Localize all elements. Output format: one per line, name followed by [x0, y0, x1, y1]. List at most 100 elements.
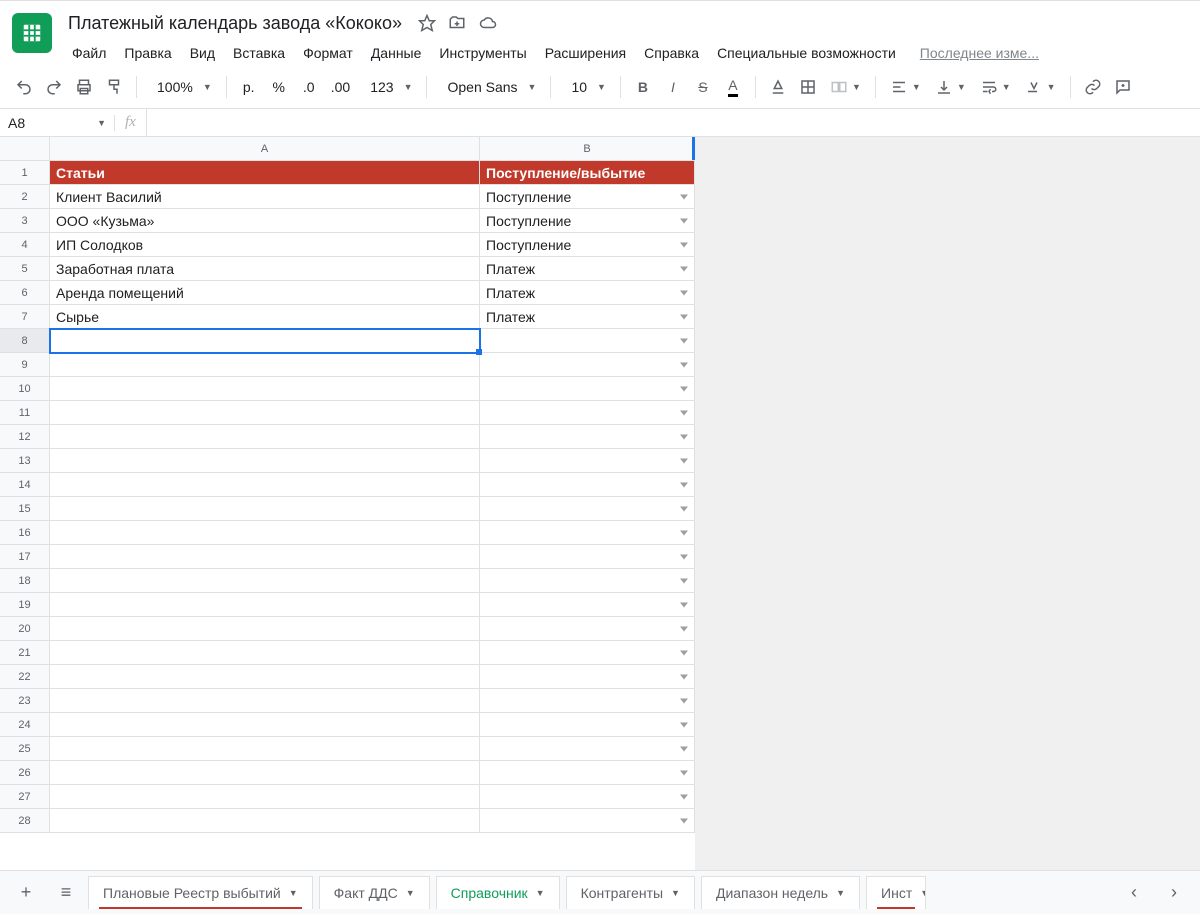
cell-A15[interactable] — [50, 497, 480, 521]
row-header-19[interactable]: 19 — [0, 593, 50, 617]
more-formats-button[interactable]: 123▼ — [358, 79, 418, 95]
star-icon[interactable] — [418, 14, 436, 32]
add-sheet-button[interactable]: + — [8, 875, 44, 911]
cell-A1[interactable]: Статьи — [50, 161, 480, 185]
cell-A21[interactable] — [50, 641, 480, 665]
cell-B17[interactable] — [480, 545, 695, 569]
cell-B27[interactable] — [480, 785, 695, 809]
column-header-A[interactable]: A — [50, 137, 480, 161]
cell-A16[interactable] — [50, 521, 480, 545]
row-header-8[interactable]: 8 — [0, 329, 50, 353]
last-edit-link[interactable]: Последнее изме... — [906, 41, 1039, 65]
row-header-9[interactable]: 9 — [0, 353, 50, 377]
cell-A23[interactable] — [50, 689, 480, 713]
menu-файл[interactable]: Файл — [64, 41, 114, 65]
cell-A27[interactable] — [50, 785, 480, 809]
row-header-3[interactable]: 3 — [0, 209, 50, 233]
cell-B22[interactable] — [480, 665, 695, 689]
cell-B8[interactable] — [480, 329, 695, 353]
cell-A3[interactable]: ООО «Кузьма» — [50, 209, 480, 233]
menu-специальные возможности[interactable]: Специальные возможности — [709, 41, 904, 65]
row-header-27[interactable]: 27 — [0, 785, 50, 809]
cell-A25[interactable] — [50, 737, 480, 761]
row-header-23[interactable]: 23 — [0, 689, 50, 713]
cell-A17[interactable] — [50, 545, 480, 569]
currency-format-button[interactable]: р. — [235, 73, 263, 101]
cell-A13[interactable] — [50, 449, 480, 473]
document-title[interactable]: Платежный календарь завода «Кококо» — [64, 11, 406, 36]
menu-данные[interactable]: Данные — [363, 41, 430, 65]
bold-button[interactable]: B — [629, 73, 657, 101]
cell-A14[interactable] — [50, 473, 480, 497]
paint-format-button[interactable] — [100, 73, 128, 101]
print-button[interactable] — [70, 73, 98, 101]
text-rotation-button[interactable]: ▼ — [1019, 78, 1062, 96]
cell-B10[interactable] — [480, 377, 695, 401]
font-size-select[interactable]: 10▼ — [559, 79, 612, 95]
cell-A24[interactable] — [50, 713, 480, 737]
zoom-select[interactable]: 100%▼ — [145, 79, 218, 95]
text-color-button[interactable]: A — [719, 73, 747, 101]
cell-B23[interactable] — [480, 689, 695, 713]
cell-B3[interactable]: Поступление — [480, 209, 695, 233]
cell-B2[interactable]: Поступление — [480, 185, 695, 209]
percent-format-button[interactable]: % — [265, 73, 293, 101]
row-header-13[interactable]: 13 — [0, 449, 50, 473]
cell-B25[interactable] — [480, 737, 695, 761]
row-header-16[interactable]: 16 — [0, 521, 50, 545]
cell-A6[interactable]: Аренда помещений — [50, 281, 480, 305]
cell-A18[interactable] — [50, 569, 480, 593]
row-header-25[interactable]: 25 — [0, 737, 50, 761]
fill-color-button[interactable] — [764, 73, 792, 101]
cell-A10[interactable] — [50, 377, 480, 401]
cell-B5[interactable]: Платеж — [480, 257, 695, 281]
vertical-align-button[interactable]: ▼ — [929, 78, 972, 96]
cell-B7[interactable]: Платеж — [480, 305, 695, 329]
row-header-21[interactable]: 21 — [0, 641, 50, 665]
row-header-10[interactable]: 10 — [0, 377, 50, 401]
cell-A8[interactable] — [50, 329, 480, 353]
font-family-select[interactable]: Open Sans▼ — [435, 79, 542, 95]
column-resize-handle[interactable] — [692, 137, 696, 160]
column-header-B[interactable]: B — [480, 137, 695, 161]
cell-A7[interactable]: Сырье — [50, 305, 480, 329]
row-header-24[interactable]: 24 — [0, 713, 50, 737]
sheet-tab-Факт ДДС[interactable]: Факт ДДС▼ — [319, 876, 430, 909]
cell-A9[interactable] — [50, 353, 480, 377]
formula-input[interactable] — [146, 109, 1200, 136]
sheet-tab-Справочник[interactable]: Справочник▼ — [436, 876, 560, 909]
row-header-12[interactable]: 12 — [0, 425, 50, 449]
sheet-tab-Диапазон недель[interactable]: Диапазон недель▼ — [701, 876, 860, 909]
sheet-scroll-left-button[interactable]: ‹ — [1116, 875, 1152, 911]
menu-вид[interactable]: Вид — [182, 41, 223, 65]
cell-B9[interactable] — [480, 353, 695, 377]
cell-B13[interactable] — [480, 449, 695, 473]
row-header-14[interactable]: 14 — [0, 473, 50, 497]
menu-расширения[interactable]: Расширения — [537, 41, 634, 65]
sheet-tab-Контрагенты[interactable]: Контрагенты▼ — [566, 876, 695, 909]
cell-B19[interactable] — [480, 593, 695, 617]
cell-A2[interactable]: Клиент Василий — [50, 185, 480, 209]
merge-cells-button[interactable]: ▼ — [824, 78, 867, 96]
row-header-1[interactable]: 1 — [0, 161, 50, 185]
cell-B11[interactable] — [480, 401, 695, 425]
row-header-4[interactable]: 4 — [0, 233, 50, 257]
row-header-5[interactable]: 5 — [0, 257, 50, 281]
italic-button[interactable]: I — [659, 73, 687, 101]
row-header-22[interactable]: 22 — [0, 665, 50, 689]
row-header-15[interactable]: 15 — [0, 497, 50, 521]
menu-справка[interactable]: Справка — [636, 41, 707, 65]
row-header-28[interactable]: 28 — [0, 809, 50, 833]
cell-B18[interactable] — [480, 569, 695, 593]
insert-comment-button[interactable] — [1109, 73, 1137, 101]
increase-decimal-button[interactable]: .00 — [325, 73, 356, 101]
cell-B12[interactable] — [480, 425, 695, 449]
cell-B14[interactable] — [480, 473, 695, 497]
cell-B16[interactable] — [480, 521, 695, 545]
spreadsheet-grid[interactable]: AB1СтатьиПоступление/выбытие2Клиент Васи… — [0, 137, 695, 871]
menu-формат[interactable]: Формат — [295, 41, 361, 65]
cell-B15[interactable] — [480, 497, 695, 521]
sheet-scroll-right-button[interactable]: › — [1156, 875, 1192, 911]
decrease-decimal-button[interactable]: .0 — [295, 73, 323, 101]
cell-A26[interactable] — [50, 761, 480, 785]
